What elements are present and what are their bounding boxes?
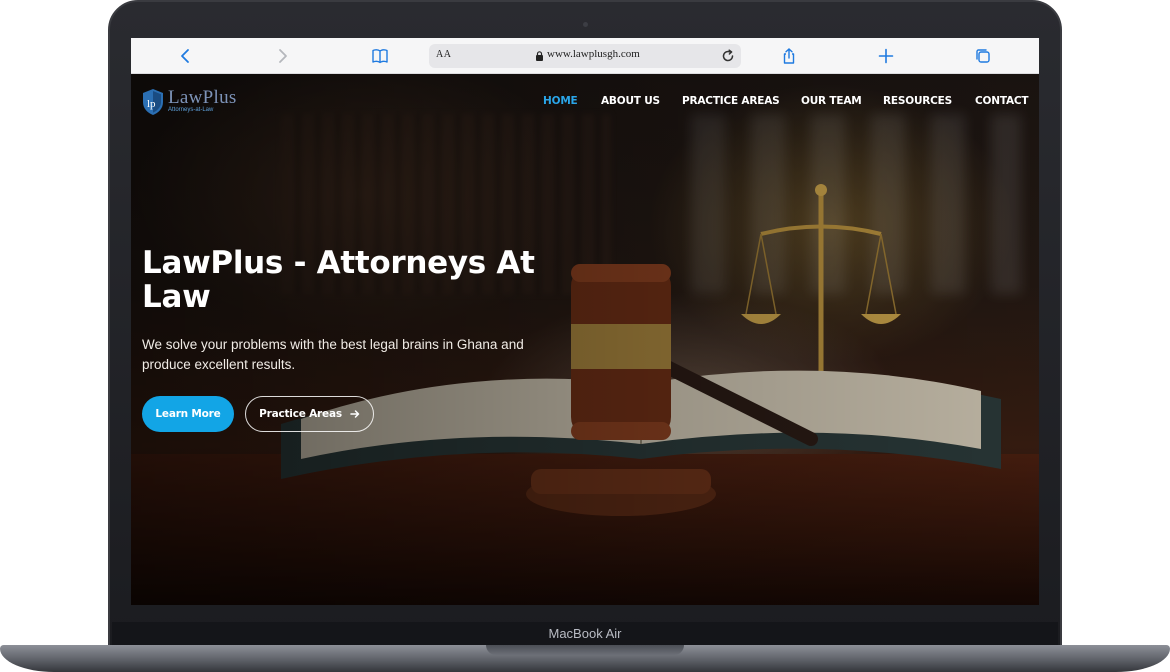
reload-icon[interactable]: [720, 48, 736, 64]
nav-about-us[interactable]: ABOUT US: [601, 95, 660, 107]
nav-home[interactable]: HOME: [543, 95, 578, 107]
nav-practice-areas[interactable]: PRACTICE AREAS: [682, 95, 780, 107]
nav-contact[interactable]: CONTACT: [975, 95, 1029, 107]
camera: [583, 22, 588, 27]
browser-screen: AA www.lawplusgh.com lp LawPlus Attorney…: [131, 38, 1039, 605]
practice-areas-button[interactable]: Practice Areas: [245, 396, 374, 432]
text-size-button[interactable]: AA: [436, 49, 451, 60]
tabs-icon[interactable]: [973, 46, 993, 66]
lock-icon: [536, 51, 543, 61]
bookmarks-icon[interactable]: [370, 46, 390, 66]
shield-logo-icon: lp: [143, 89, 163, 115]
address-bar[interactable]: AA www.lawplusgh.com: [429, 44, 741, 68]
new-tab-icon[interactable]: [876, 46, 896, 66]
site-logo[interactable]: lp LawPlus Attorneys-at-Law: [142, 88, 237, 116]
back-icon[interactable]: [176, 46, 196, 66]
logo-name: LawPlus: [168, 87, 237, 108]
nav-resources[interactable]: RESOURCES: [883, 95, 952, 107]
arrow-right-icon: [350, 410, 360, 418]
learn-more-button[interactable]: Learn More: [142, 396, 234, 432]
nav-our-team[interactable]: OUR TEAM: [801, 95, 862, 107]
device-label: MacBook Air: [548, 626, 622, 641]
laptop-notch: [486, 645, 684, 655]
forward-icon[interactable]: [272, 46, 292, 66]
url-text: www.lawplusgh.com: [547, 48, 640, 60]
share-icon[interactable]: [779, 46, 799, 66]
browser-toolbar: AA www.lawplusgh.com: [131, 38, 1039, 74]
svg-text:lp: lp: [147, 98, 156, 110]
hero-title: LawPlus - Attorneys At Law: [142, 245, 535, 315]
hero-section: lp LawPlus Attorneys-at-Law HOME ABOUT U…: [131, 74, 1039, 605]
practice-areas-label: Practice Areas: [259, 408, 342, 420]
hero-subtitle: We solve your problems with the best leg…: [142, 337, 524, 372]
learn-more-label: Learn More: [155, 408, 221, 420]
